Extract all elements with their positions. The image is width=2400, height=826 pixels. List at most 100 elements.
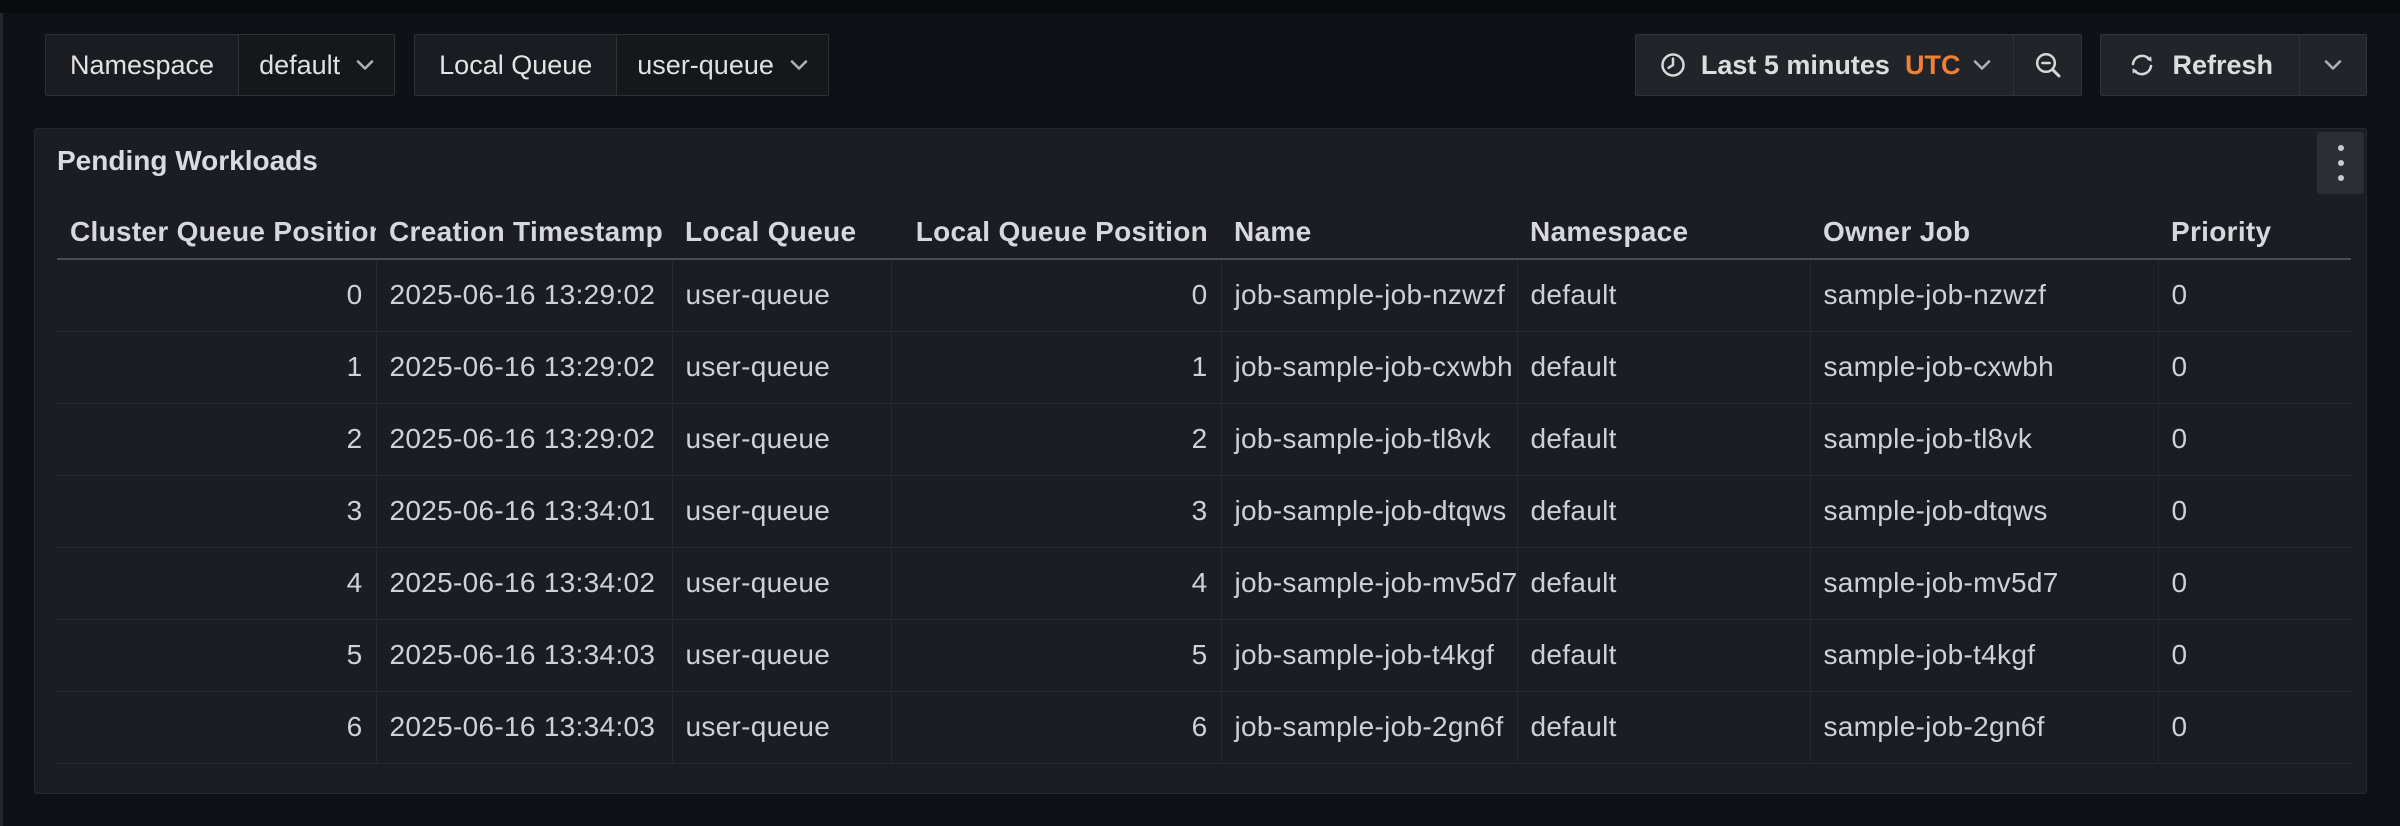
table-cell: user-queue [672,403,891,475]
table-cell: job-sample-job-dtqws [1221,475,1517,547]
table-cell: 6 [891,691,1221,763]
column-header-priority[interactable]: Priority [2158,205,2351,259]
table-cell: 0 [2158,331,2351,403]
variable-local-queue-value-dropdown[interactable]: user-queue [617,35,828,95]
table-cell: 2 [891,403,1221,475]
table-cell: 2025-06-16 13:29:02 [376,331,672,403]
zoom-out-button[interactable] [2014,35,2081,95]
table-row: 42025-06-16 13:34:02user-queue4job-sampl… [57,547,2351,619]
table-cell: sample-job-mv5d7 [1810,547,2158,619]
table-cell: 0 [2158,619,2351,691]
table-cell: sample-job-2gn6f [1810,691,2158,763]
variable-namespace-value-dropdown[interactable]: default [239,35,394,95]
panel-title: Pending Workloads [57,145,318,177]
table-cell: user-queue [672,259,891,331]
table-cell: user-queue [672,331,891,403]
table-row: 22025-06-16 13:29:02user-queue2job-sampl… [57,403,2351,475]
table-cell: 5 [57,619,376,691]
table-cell: job-sample-job-2gn6f [1221,691,1517,763]
panel-header: Pending Workloads [35,129,2366,193]
table-cell: default [1517,691,1810,763]
column-header-owner-job[interactable]: Owner Job [1810,205,2158,259]
zoom-out-icon [2033,50,2063,80]
table-cell: 2025-06-16 13:29:02 [376,403,672,475]
table-cell: user-queue [672,475,891,547]
variable-namespace-selected: default [259,50,340,81]
table-cell: 3 [57,475,376,547]
table-cell: default [1517,259,1810,331]
chevron-down-icon [356,59,374,71]
column-header-cluster-queue-position[interactable]: Cluster Queue Position [57,205,376,259]
column-header-name[interactable]: Name [1221,205,1517,259]
dashboard-toolbar: Namespace default Local Queue user-queue [45,34,2367,96]
table-cell: default [1517,619,1810,691]
table-cell: 2 [57,403,376,475]
refresh-button[interactable]: Refresh [2101,35,2299,95]
left-edge-divider [0,13,3,826]
column-header-creation-timestamp[interactable]: Creation Timestamp [376,205,672,259]
table-cell: job-sample-job-mv5d7 [1221,547,1517,619]
table-cell: default [1517,547,1810,619]
clock-icon [1658,50,1688,80]
time-range-label: Last 5 minutes [1701,50,1890,81]
table-cell: sample-job-tl8vk [1810,403,2158,475]
time-range-picker-button[interactable]: Last 5 minutes UTC [1636,35,2014,95]
column-header-local-queue-position[interactable]: Local Queue Position [891,205,1221,259]
table-cell: 2025-06-16 13:34:03 [376,691,672,763]
top-edge-strip [0,0,2400,13]
panel-menu-button[interactable] [2317,132,2364,194]
refresh-icon [2127,50,2157,80]
chevron-down-icon [2324,59,2342,71]
refresh-group: Refresh [2100,34,2367,96]
table-row: 62025-06-16 13:34:03user-queue6job-sampl… [57,691,2351,763]
variable-local-queue-selected: user-queue [637,50,774,81]
table-cell: 2025-06-16 13:34:01 [376,475,672,547]
toolbar-right: Last 5 minutes UTC [1635,34,2367,96]
table-cell: sample-job-dtqws [1810,475,2158,547]
pending-workloads-panel: Pending Workloads Cluster Queue Position… [34,128,2367,794]
table-cell: 4 [57,547,376,619]
table-cell: 0 [2158,475,2351,547]
variable-namespace: Namespace default [45,34,395,96]
table-cell: 2025-06-16 13:34:02 [376,547,672,619]
workloads-table: Cluster Queue PositionCreation Timestamp… [57,205,2349,764]
table-cell: user-queue [672,547,891,619]
table-cell: 6 [57,691,376,763]
table-row: 12025-06-16 13:29:02user-queue1job-sampl… [57,331,2351,403]
table-header-row: Cluster Queue PositionCreation Timestamp… [57,205,2351,259]
table-row: 52025-06-16 13:34:03user-queue5job-sampl… [57,619,2351,691]
chevron-down-icon [790,59,808,71]
column-header-local-queue[interactable]: Local Queue [672,205,891,259]
time-picker-group: Last 5 minutes UTC [1635,34,2083,96]
table-cell: 0 [891,259,1221,331]
table-row: 02025-06-16 13:29:02user-queue0job-sampl… [57,259,2351,331]
table-cell: job-sample-job-t4kgf [1221,619,1517,691]
table-cell: 3 [891,475,1221,547]
table-cell: job-sample-job-tl8vk [1221,403,1517,475]
table-cell: sample-job-nzwzf [1810,259,2158,331]
variable-local-queue-label: Local Queue [415,35,617,95]
variable-namespace-label: Namespace [46,35,239,95]
table-cell: sample-job-t4kgf [1810,619,2158,691]
table-cell: 0 [2158,259,2351,331]
refresh-interval-dropdown[interactable] [2300,35,2366,95]
chevron-down-icon [1973,59,1991,71]
table-cell: job-sample-job-nzwzf [1221,259,1517,331]
table-cell: 1 [891,331,1221,403]
table-cell: 0 [2158,547,2351,619]
column-header-namespace[interactable]: Namespace [1517,205,1810,259]
table-row: 32025-06-16 13:34:01user-queue3job-sampl… [57,475,2351,547]
table-cell: 0 [2158,403,2351,475]
table-cell: 5 [891,619,1221,691]
table-cell: default [1517,403,1810,475]
table-cell: 2025-06-16 13:29:02 [376,259,672,331]
table-cell: 0 [2158,691,2351,763]
table-cell: 4 [891,547,1221,619]
timezone-label: UTC [1905,50,1961,81]
refresh-label: Refresh [2172,50,2273,81]
kebab-menu-icon [2338,145,2344,181]
table-cell: 2025-06-16 13:34:03 [376,619,672,691]
table-cell: 1 [57,331,376,403]
table-cell: 0 [57,259,376,331]
table-cell: user-queue [672,619,891,691]
